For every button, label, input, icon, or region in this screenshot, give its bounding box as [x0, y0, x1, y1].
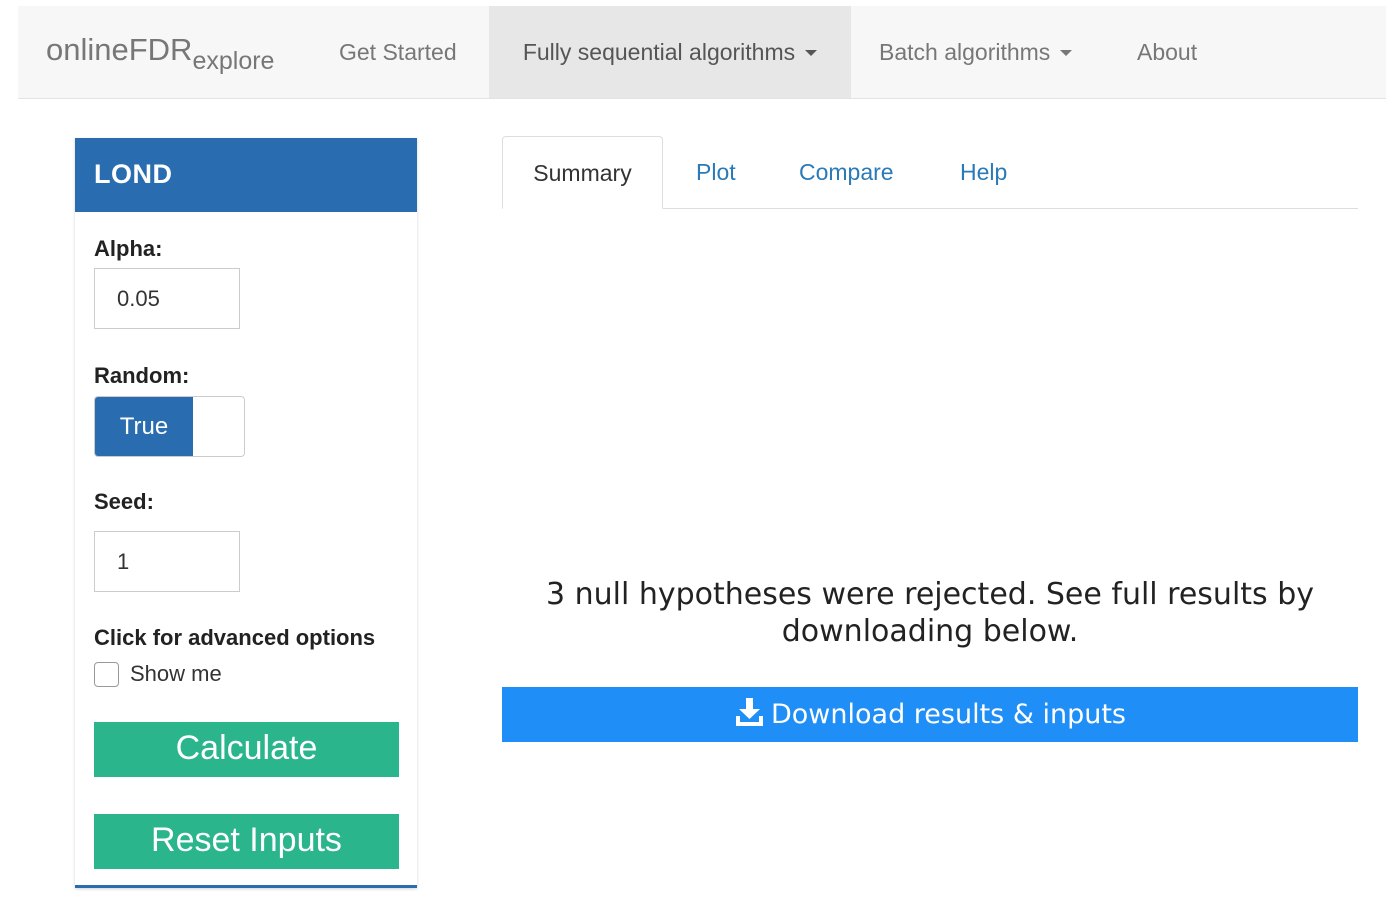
random-toggle[interactable]: True — [94, 396, 245, 457]
caret-down-icon — [805, 50, 818, 56]
app-brand[interactable]: onlineFDRexplore — [46, 32, 274, 76]
nav-get-started-label: Get Started — [339, 39, 457, 65]
alpha-label: Alpha: — [94, 236, 163, 261]
tab-plot[interactable]: Plot — [696, 136, 736, 208]
random-toggle-on: True — [95, 397, 193, 456]
nav-batch-label: Batch algorithms — [879, 39, 1051, 65]
calculate-button[interactable]: Calculate — [94, 722, 399, 777]
show-me-checkbox[interactable] — [94, 662, 119, 687]
download-results-button[interactable]: Download results & inputs — [502, 687, 1358, 742]
alpha-input[interactable] — [94, 268, 240, 329]
tab-compare[interactable]: Compare — [799, 136, 894, 208]
nav-fully-sequential-label: Fully sequential algorithms — [522, 39, 796, 65]
sidebar-panel: LOND Alpha: Random: True Seed: Click for… — [75, 138, 417, 888]
download-label: Download results & inputs — [771, 699, 1126, 730]
advanced-options-label: Click for advanced options — [94, 625, 376, 650]
show-me-label: Show me — [130, 661, 222, 686]
top-navbar: onlineFDRexplore Get Started Fully seque… — [18, 6, 1386, 99]
summary-line-1: 3 null hypotheses were rejected. See ful… — [545, 577, 1315, 612]
nav-about[interactable]: About — [1137, 6, 1197, 98]
nav-get-started[interactable]: Get Started — [339, 6, 457, 98]
brand-main: onlineFDR — [46, 32, 193, 67]
rejection-summary: 3 null hypotheses were rejected. See ful… — [502, 576, 1358, 650]
nav-about-label: About — [1137, 39, 1198, 65]
nav-batch-dropdown[interactable]: Batch algorithms — [879, 6, 1073, 98]
sidebar-title: LOND — [75, 138, 417, 212]
caret-down-icon — [1060, 50, 1073, 56]
brand-sub: explore — [192, 47, 275, 75]
tab-help[interactable]: Help — [960, 136, 1007, 208]
reset-inputs-button[interactable]: Reset Inputs — [94, 814, 399, 869]
nav-fully-sequential-dropdown[interactable]: Fully sequential algorithms — [489, 6, 851, 98]
summary-line-2: downloading below. — [781, 614, 1079, 649]
seed-label: Seed: — [94, 489, 154, 514]
download-icon — [734, 698, 771, 730]
tab-bar: Summary Plot Compare Help — [502, 136, 1358, 209]
tab-summary[interactable]: Summary — [502, 136, 663, 209]
seed-input[interactable] — [94, 531, 240, 592]
random-label: Random: — [94, 363, 190, 388]
